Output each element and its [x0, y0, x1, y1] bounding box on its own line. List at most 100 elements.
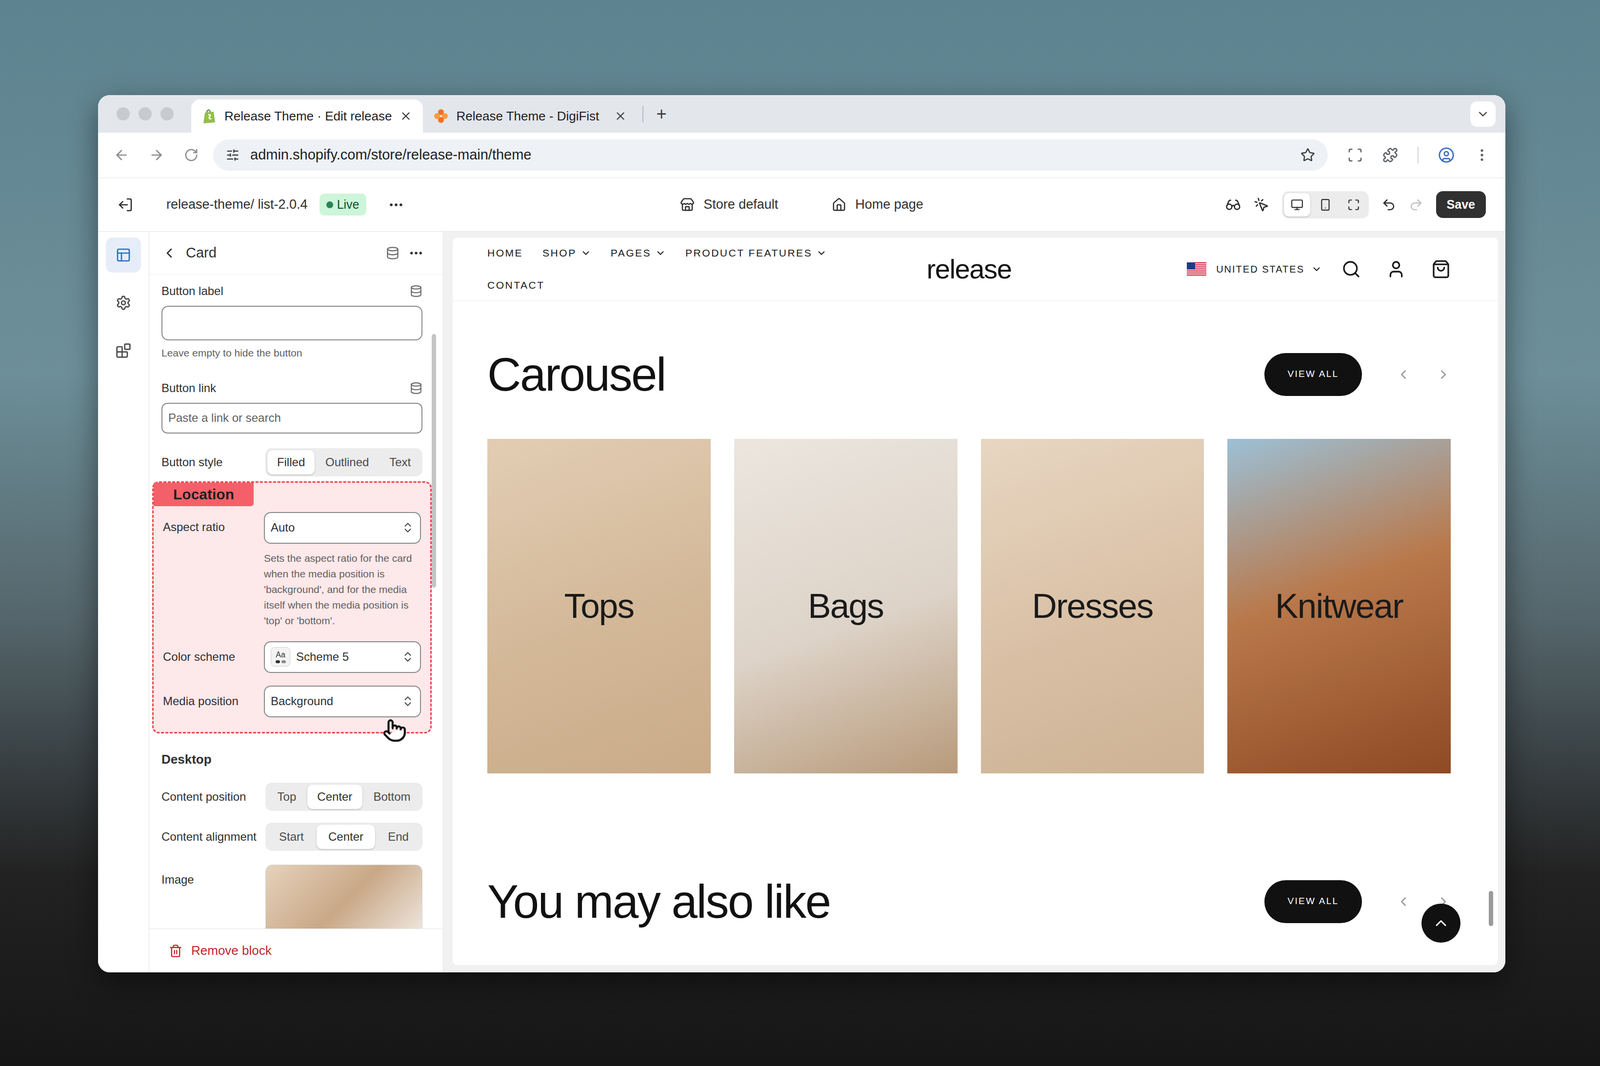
field-help: Sets the aspect ratio for the card when … [263, 550, 421, 629]
site-info-icon[interactable] [225, 148, 240, 162]
content-alignment-toggle: StartCenterEnd [265, 822, 423, 852]
collection-card[interactable]: Tops [487, 439, 711, 774]
field-label-row: Button label [161, 282, 423, 300]
segment-option[interactable]: Outlined [315, 450, 379, 475]
settings-panel: CardButton labelLeave empty to hide the … [149, 231, 444, 973]
nav-item[interactable]: PRODUCT FEATURES [685, 245, 827, 261]
close-dot[interactable] [116, 107, 130, 121]
dynamic-source-icon[interactable] [409, 381, 423, 395]
address-bar[interactable]: admin.shopify.com/store/release-main/the… [213, 139, 1328, 171]
exit-icon[interactable] [117, 197, 134, 213]
nav-item[interactable]: CONTACT [487, 277, 545, 294]
location-annotation: LocationAspect ratioAutoSets the aspect … [152, 481, 432, 734]
next-arrow-icon[interactable] [1436, 367, 1451, 382]
segment-option[interactable]: Center [316, 824, 376, 850]
tab-search-button[interactable] [1470, 101, 1496, 127]
minimize-dot[interactable] [138, 107, 152, 121]
carousel-track: TopsBags Dresses Knitwear [487, 439, 1451, 774]
image-thumbnail[interactable] [265, 864, 423, 930]
select-tool-icon[interactable] [1253, 197, 1270, 213]
nav-item[interactable]: HOME [487, 245, 523, 261]
redo-icon[interactable] [1408, 197, 1424, 213]
view-all-button[interactable]: VIEW ALL [1264, 353, 1362, 397]
rail-button[interactable] [105, 333, 141, 369]
rail-button[interactable] [105, 285, 141, 321]
button-label-input[interactable] [161, 305, 423, 341]
preview-scrollbar[interactable] [1488, 891, 1494, 927]
segment-option[interactable]: Start [267, 824, 316, 850]
store-logo[interactable]: release [907, 248, 1032, 290]
save-button[interactable]: Save [1436, 191, 1486, 219]
segment-option[interactable]: Top [267, 784, 307, 810]
color-scheme-select[interactable]: AaScheme 5 [263, 641, 421, 674]
chevron-down-icon [816, 247, 827, 259]
nav-item[interactable]: SHOP [542, 245, 592, 261]
collection-card[interactable]: Knitwear [1227, 439, 1451, 774]
back-icon[interactable] [161, 245, 178, 261]
close-tab-icon[interactable] [614, 109, 627, 123]
hand-cursor-icon [382, 718, 407, 743]
collection-card[interactable]: Dresses [980, 439, 1205, 774]
setting-label: Color scheme [162, 649, 259, 665]
shopify-icon [201, 108, 217, 124]
device-option[interactable] [1340, 193, 1367, 217]
reload-icon[interactable] [183, 147, 199, 163]
close-tab-icon[interactable] [399, 109, 413, 123]
card-label: Dresses [1031, 580, 1153, 633]
block-actions-icon[interactable] [408, 245, 424, 261]
context-picker[interactable]: Home page [831, 194, 924, 215]
store-section: CarouselVIEW ALLTopsBagsDressesKnitwear [452, 343, 1499, 774]
segment-option[interactable]: Text [379, 450, 421, 475]
country-selector[interactable]: UNITED STATES [1216, 261, 1305, 277]
setting-row: Image [161, 864, 423, 930]
undo-icon[interactable] [1381, 197, 1397, 213]
previous-arrow-icon[interactable] [1396, 894, 1411, 910]
remove-block-button[interactable]: Remove block [191, 941, 272, 961]
back-icon[interactable] [113, 147, 130, 163]
browser-menu-icon[interactable] [1474, 147, 1490, 163]
preview-area: HOME SHOP PAGES PRODUCT FEATURES CONTACT rele… [443, 231, 1506, 973]
button-link-input[interactable]: Paste a link or search [161, 402, 423, 434]
device-option[interactable] [1283, 193, 1311, 217]
browser-tab[interactable]: Release Theme · Edit release [191, 99, 423, 133]
theme-actions-icon[interactable] [387, 196, 405, 214]
new-tab-button[interactable]: + [648, 100, 675, 128]
annotation-tag: Location [153, 482, 254, 507]
setting-row: Color schemeAaScheme 5 [162, 641, 421, 674]
view-all-button[interactable]: VIEW ALL [1264, 880, 1362, 924]
search-icon[interactable] [1341, 259, 1361, 280]
dynamic-source-icon[interactable] [385, 246, 400, 260]
previous-arrow-icon[interactable] [1396, 367, 1411, 382]
account-icon[interactable] [1386, 259, 1406, 280]
full-icon [1347, 198, 1360, 212]
media-position-select[interactable]: Background [263, 685, 421, 718]
trash-icon[interactable] [168, 944, 183, 959]
tab-title: Release Theme · Edit release [224, 106, 392, 126]
bookmark-star-icon[interactable] [1300, 147, 1316, 163]
forward-icon[interactable] [148, 147, 165, 163]
browser-tab[interactable]: Release Theme - DigiFist [422, 99, 638, 133]
panel-scrollbar[interactable] [431, 334, 437, 588]
aspect-ratio-select[interactable]: Auto [263, 512, 421, 544]
address-row: admin.shopify.com/store/release-main/the… [98, 132, 1506, 178]
segment-option[interactable]: End [376, 824, 421, 850]
segment-option[interactable]: Bottom [363, 784, 421, 810]
context-picker[interactable]: Store default [680, 194, 779, 215]
cart-icon[interactable] [1431, 259, 1451, 280]
zoom-dot[interactable] [160, 107, 174, 121]
theme-name: release-theme/ list-2.0.4 [166, 194, 308, 215]
nav-item[interactable]: PAGES [610, 245, 666, 261]
profile-icon[interactable] [1438, 146, 1455, 164]
segment-option[interactable]: Center [307, 784, 363, 810]
scroll-to-top-button[interactable] [1421, 903, 1461, 943]
segment-option[interactable]: Filled [267, 450, 315, 475]
section-title: You may also like [487, 878, 831, 926]
inspector-icon[interactable] [1225, 197, 1241, 213]
tab-divider [642, 105, 644, 123]
screenshot-icon[interactable] [1347, 147, 1363, 163]
extensions-icon[interactable] [1382, 147, 1399, 163]
dynamic-source-icon[interactable] [409, 284, 423, 298]
device-option[interactable] [1312, 193, 1339, 217]
rail-button[interactable] [105, 237, 141, 273]
collection-card[interactable]: Bags [734, 439, 958, 774]
